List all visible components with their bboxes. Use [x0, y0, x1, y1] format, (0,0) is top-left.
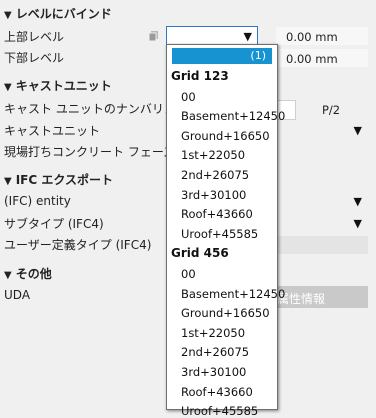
- section-cast-unit[interactable]: ▼ キャストユニット: [4, 77, 112, 94]
- top-level-value[interactable]: 0.00 mm: [276, 27, 368, 45]
- dropdown-item[interactable]: 1st+22050: [181, 326, 245, 340]
- triangle-down-icon: ▼: [4, 82, 12, 93]
- cast-numbering-label: キャスト ユニットのナンバリング: [4, 102, 188, 116]
- subtype-label: サブタイプ (IFC4): [4, 217, 104, 231]
- dropdown-item[interactable]: Basement+12450: [181, 109, 285, 123]
- bottom-level-label: 下部レベル: [4, 51, 65, 65]
- dropdown-item[interactable]: Uroof+45585: [181, 404, 258, 418]
- dropdown-item[interactable]: 00: [181, 267, 196, 281]
- cast-numbering-suffix: P/2: [322, 103, 341, 117]
- section-title: IFC エクスポート: [15, 173, 113, 187]
- dropdown-group-header: Grid 456: [171, 246, 229, 261]
- cast-unit-label: キャストユニット: [4, 124, 101, 138]
- user-type-field[interactable]: [276, 236, 368, 254]
- section-others[interactable]: ▼ その他: [4, 265, 52, 282]
- chevron-down-icon: ▼: [353, 217, 362, 230]
- dropdown-item[interactable]: 1st+22050: [181, 148, 245, 162]
- chevron-down-icon: ▼: [243, 30, 252, 43]
- dropdown-item[interactable]: 2nd+26075: [181, 345, 249, 359]
- section-level-bind[interactable]: ▼ レベルにバインド: [4, 5, 112, 22]
- dropdown-group-header: Grid 123: [171, 69, 229, 83]
- dropdown-item[interactable]: Roof+43660: [181, 385, 253, 399]
- triangle-down-icon: ▼: [4, 270, 12, 281]
- ifc-entity-combo[interactable]: ▼: [276, 192, 368, 210]
- triangle-down-icon: ▼: [4, 10, 12, 21]
- level-dropdown-panel[interactable]: (1) Grid 123 00 Basement+12450 Ground+16…: [166, 44, 285, 418]
- cip-phase-label: 現場打ちコンクリート フェーズ: [4, 145, 176, 159]
- chevron-down-icon: ▼: [353, 124, 362, 137]
- dropdown-item[interactable]: Uroof+45585: [181, 227, 258, 241]
- dropdown-item[interactable]: Ground+16650: [181, 306, 270, 320]
- section-title: キャストユニット: [15, 79, 112, 93]
- section-title: その他: [15, 267, 52, 281]
- cast-unit-combo[interactable]: ▼: [276, 121, 368, 139]
- dropdown-item[interactable]: 00: [181, 90, 196, 104]
- user-type-label: ユーザー定義タイプ (IFC4): [4, 238, 152, 252]
- dropdown-item[interactable]: Basement+12450: [181, 287, 285, 301]
- bottom-level-value[interactable]: 0.00 mm: [276, 49, 368, 67]
- copy-icon[interactable]: [148, 30, 160, 42]
- dropdown-item[interactable]: 3rd+30100: [181, 365, 246, 379]
- uda-button[interactable]: 属性情報: [276, 286, 368, 308]
- dropdown-item[interactable]: 2nd+26075: [181, 168, 249, 182]
- top-level-label: 上部レベル: [4, 30, 65, 44]
- dropdown-item[interactable]: 3rd+30100: [181, 188, 246, 202]
- section-title: レベルにバインド: [15, 7, 112, 21]
- chevron-down-icon: ▼: [353, 195, 362, 208]
- triangle-down-icon: ▼: [4, 176, 12, 187]
- dropdown-item[interactable]: Ground+16650: [181, 129, 270, 143]
- section-ifc-export[interactable]: ▼ IFC エクスポート: [4, 171, 113, 188]
- dropdown-item[interactable]: Roof+43660: [181, 207, 253, 221]
- ifc-entity-label: (IFC) entity: [4, 194, 71, 208]
- subtype-combo[interactable]: ▼: [276, 214, 368, 232]
- uda-label: UDA: [4, 288, 31, 302]
- dropdown-selected-item[interactable]: (1): [172, 48, 272, 64]
